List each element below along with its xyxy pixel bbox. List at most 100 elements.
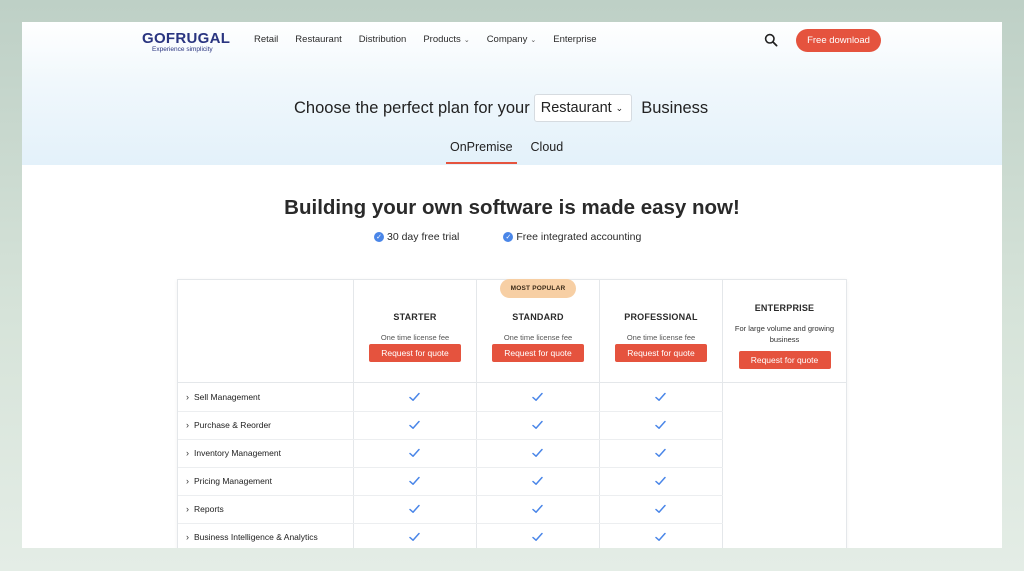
chevron-right-icon: › — [186, 392, 189, 402]
row-divider — [178, 467, 723, 468]
perk-item: ✓ 30 day free trial — [374, 231, 459, 243]
nav-label: Enterprise — [553, 34, 597, 45]
request-quote-button[interactable]: Request for quote — [738, 351, 831, 369]
check-icon — [655, 476, 666, 485]
plan-starter: STARTER One time license fee Request for… — [354, 280, 476, 362]
gofrugal-logo[interactable]: GOFRUGAL Experience simplicity — [142, 30, 230, 53]
feature-row: › Inventory Management — [178, 439, 723, 467]
row-divider — [178, 411, 723, 412]
feature-row: › Business Intelligence & Analytics — [178, 523, 723, 548]
feature-toggle[interactable]: › Purchase & Reorder — [186, 411, 271, 439]
check-icon — [532, 476, 543, 485]
perk-label: Free integrated accounting — [516, 231, 642, 243]
chevron-down-icon: ⌄ — [463, 36, 470, 44]
chevron-right-icon: › — [186, 448, 189, 458]
check-icon — [532, 504, 543, 513]
main-nav: Retail Restaurant Distribution Products ⌄… — [254, 34, 614, 45]
request-quote-button[interactable]: Request for quote — [369, 344, 461, 362]
plan-professional: PROFESSIONAL One time license fee Reques… — [600, 280, 722, 362]
check-icon — [409, 532, 420, 541]
nav-label: Retail — [254, 34, 279, 45]
nav-enterprise[interactable]: Enterprise — [553, 34, 596, 45]
feature-row: › Pricing Management — [178, 467, 723, 495]
logo-wordmark: GOFRUGAL — [142, 30, 231, 47]
chevron-down-icon: ⌄ — [530, 36, 537, 44]
logo-tagline: Experience simplicity — [152, 46, 213, 53]
pricing-table: MOST POPULAR STARTER One time license fe… — [177, 279, 847, 548]
perk-label: 30 day free trial — [387, 231, 460, 243]
feature-toggle[interactable]: › Inventory Management — [186, 439, 281, 467]
check-icon — [532, 448, 543, 457]
feature-toggle[interactable]: › Reports — [186, 495, 224, 523]
feature-label: Business Intelligence & Analytics — [194, 532, 318, 542]
row-divider — [178, 495, 723, 496]
tab-cloud[interactable]: Cloud — [527, 138, 568, 164]
plan-name: ENTERPRISE — [754, 303, 815, 313]
feature-label: Purchase & Reorder — [194, 420, 272, 430]
nav-restaurant[interactable]: Restaurant — [295, 34, 341, 45]
plan-name: STANDARD — [512, 312, 564, 322]
perk-item: ✓ Free integrated accounting — [503, 231, 641, 243]
check-icon — [409, 476, 420, 485]
perks-list: ✓ 30 day free trial ✓ Free integrated ac… — [374, 231, 641, 243]
chevron-right-icon: › — [186, 476, 189, 486]
check-icon — [532, 392, 543, 401]
check-badge-icon: ✓ — [503, 232, 514, 242]
feature-toggle[interactable]: › Sell Management — [186, 383, 260, 411]
nav-label: Company — [486, 34, 528, 45]
check-icon — [409, 448, 420, 457]
plan-fee: One time license fee — [503, 333, 573, 342]
check-icon — [655, 448, 666, 457]
check-icon — [532, 532, 543, 541]
feature-label: Sell Management — [194, 392, 261, 402]
nav-label: Distribution — [358, 34, 407, 45]
feature-label: Reports — [194, 504, 224, 514]
business-type-value: Restaurant — [540, 100, 612, 116]
chevron-right-icon: › — [186, 532, 189, 542]
feature-toggle[interactable]: › Pricing Management — [186, 467, 272, 495]
check-icon — [409, 392, 420, 401]
plan-standard: STANDARD One time license fee Request fo… — [477, 280, 599, 362]
check-icon — [655, 420, 666, 429]
nav-company[interactable]: Company ⌄ — [487, 34, 537, 45]
tab-onpremise[interactable]: OnPremise — [446, 138, 517, 164]
row-divider — [178, 439, 723, 440]
request-quote-button[interactable]: Request for quote — [492, 344, 584, 362]
check-icon — [655, 392, 666, 401]
check-icon — [409, 420, 420, 429]
plan-chooser: Choose the perfect plan for your Restaur… — [294, 94, 708, 122]
check-icon — [655, 504, 666, 513]
nav-retail[interactable]: Retail — [254, 34, 278, 45]
free-download-button[interactable]: Free download — [796, 29, 881, 52]
plan-description: For large volume and growing — [734, 324, 835, 333]
feature-row: › Purchase & Reorder — [178, 411, 723, 439]
plan-suffix: Business — [641, 98, 709, 117]
plan-prefix: Choose the perfect plan for your — [294, 98, 530, 117]
row-divider — [178, 523, 723, 524]
nav-label: Restaurant — [295, 34, 342, 45]
feature-row: › Reports — [178, 495, 723, 523]
nav-products[interactable]: Products ⌄ — [423, 34, 469, 45]
page-headline: Building your own software is made easy … — [284, 196, 740, 219]
check-icon — [532, 420, 543, 429]
browser-viewport: GOFRUGAL Experience simplicity Retail Re… — [22, 22, 1002, 548]
nav-label: Products — [423, 34, 461, 45]
chevron-right-icon: › — [186, 504, 189, 514]
feature-label: Pricing Management — [194, 476, 272, 486]
nav-distribution[interactable]: Distribution — [359, 34, 407, 45]
feature-toggle[interactable]: › Business Intelligence & Analytics — [186, 523, 318, 548]
chevron-down-icon: ⌄ — [615, 102, 624, 113]
plan-fee: One time license fee — [380, 333, 450, 342]
plan-name: STARTER — [393, 312, 437, 322]
search-icon[interactable] — [764, 33, 780, 49]
request-quote-button[interactable]: Request for quote — [615, 344, 707, 362]
plan-enterprise: ENTERPRISE For large volume and growing … — [723, 280, 846, 369]
feature-row: › Sell Management — [178, 383, 723, 411]
business-type-select[interactable]: Restaurant ⌄ — [533, 94, 633, 122]
check-badge-icon: ✓ — [374, 232, 384, 242]
check-icon — [655, 532, 666, 541]
chevron-right-icon: › — [186, 420, 189, 430]
plan-description: business — [769, 335, 800, 344]
plan-name: PROFESSIONAL — [624, 312, 698, 322]
check-icon — [409, 504, 420, 513]
